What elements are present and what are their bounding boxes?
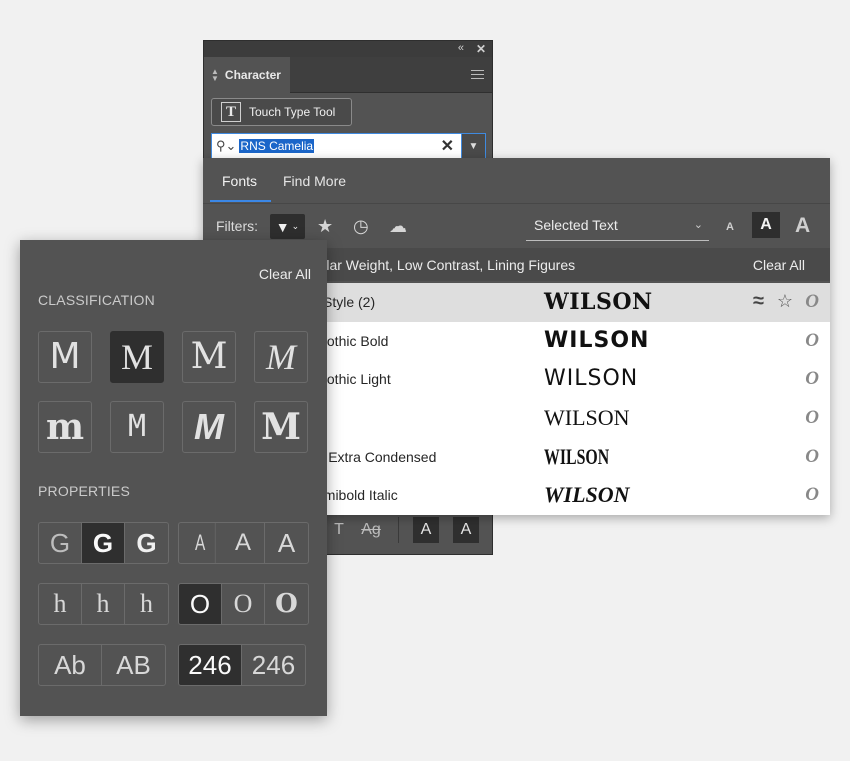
font-menu-tabs: Fonts Find More [203,158,830,204]
touch-type-tool-button[interactable]: T Touch Type Tool [211,98,352,126]
glyph-button-1[interactable]: T [334,517,344,543]
case-standard[interactable]: Ab [39,645,102,685]
classification-slab-serif[interactable]: M [182,331,236,383]
xheight-filter-group: h h h [38,583,169,625]
glyph-button-2[interactable]: Ag [358,517,384,543]
contrast-filter-group: O O O [178,583,309,625]
tab-character-label: Character [224,68,281,82]
xheight-low[interactable]: h [39,584,82,624]
activated-fonts-filter-icon[interactable]: ☁ [389,217,407,235]
touch-type-icon: T [221,102,241,122]
close-icon[interactable]: ✕ [476,42,486,56]
font-sample: WILSON [544,482,630,508]
font-name: emibold Italic [316,487,398,504]
font-sample: WILSON [544,327,650,353]
panel-titlebar: « ✕ [204,41,492,57]
font-name: T Extra Condensed [316,448,437,465]
favorites-filter-icon[interactable]: ★ [317,217,333,235]
weight-regular[interactable]: G [82,523,125,563]
case-filter-group: Ab AB [38,644,166,686]
clear-all-filters-link[interactable]: Clear All [753,257,805,273]
opentype-icon: O [805,407,819,429]
opentype-icon: O [805,368,819,390]
classification-blackletter[interactable]: m [38,401,92,453]
tab-fonts[interactable]: Fonts [222,173,257,189]
figures-lining[interactable]: 246 [179,645,242,685]
favorite-star-icon[interactable]: ☆ [777,291,793,312]
classification-grid: M M M M m M M M [38,331,308,453]
divider [398,517,399,543]
font-sample: WILSON [544,289,653,315]
classification-title: CLASSIFICATION [38,292,155,308]
font-sample: WILSON [544,366,639,392]
opentype-icon: O [805,445,819,467]
filters-label: Filters: [216,218,258,234]
width-condensed[interactable]: A [185,523,216,563]
chevron-down-icon: ⌄ [291,221,300,231]
width-filter-group: A A A [178,522,309,564]
classification-handwritten[interactable]: M [182,401,236,453]
active-tab-indicator [210,200,271,202]
weight-filter-group: G G G [38,522,169,564]
opentype-icon: O [805,291,819,312]
similar-fonts-icon[interactable]: ≈ [753,290,764,313]
recent-filter-icon[interactable]: ◷ [353,217,369,235]
classification-script[interactable]: M [254,331,308,383]
font-search-input[interactable]: ⚲⌄ RNS Camelia ✕ [211,133,462,159]
glyph-button-4[interactable]: A [453,517,479,543]
xheight-medium[interactable]: h [82,584,125,624]
filter-classification-button[interactable]: ▼ ⌄ [270,214,305,239]
preview-size-small[interactable]: A [726,221,734,233]
applied-filters-text: egular Weight, Low Contrast, Lining Figu… [303,257,576,273]
weight-bold[interactable]: G [125,523,168,563]
panel-options-toggle-icon[interactable]: ▲ ▼ [211,68,219,83]
chevron-down-icon: ⌄ [693,219,703,231]
filter-toolbar: Filters: ▼ ⌄ ★ ◷ ☁ Selected Text ⌄ A A A [203,210,830,242]
xheight-high[interactable]: h [125,584,168,624]
classification-decorative[interactable]: M [254,401,308,453]
font-dropdown-button[interactable]: ▼ [462,133,486,159]
properties-title: PROPERTIES [38,483,130,499]
preview-size-medium[interactable]: A [752,212,780,238]
weight-light[interactable]: G [39,523,82,563]
classification-serif[interactable]: M [110,331,164,383]
contrast-medium[interactable]: O [222,584,265,624]
search-icon[interactable]: ⚲⌄ [212,138,239,154]
figures-filter-group: 246 246 [178,644,306,686]
collapse-icon[interactable]: « [458,42,464,54]
preview-text-value: Selected Text [534,217,618,233]
case-all-caps[interactable]: AB [102,645,165,685]
font-name: Gothic Light [316,371,391,388]
font-search-value: RNS Camelia [239,139,315,153]
width-extended[interactable]: A [265,523,308,563]
classification-sans-serif[interactable]: M [38,331,92,383]
glyph-button-3[interactable]: A [413,517,439,543]
touch-type-label: Touch Type Tool [249,105,336,119]
contrast-low[interactable]: O [179,584,222,624]
font-filter-panel: Clear All CLASSIFICATION M M M M m M M M… [20,240,327,716]
clear-all-button[interactable]: Clear All [259,266,311,282]
preview-size-large[interactable]: A [795,214,810,238]
contrast-high[interactable]: O [265,584,308,624]
chevron-down-icon: ▼ [468,140,479,152]
clear-search-icon[interactable]: ✕ [441,136,454,156]
tab-find-more[interactable]: Find More [283,173,346,189]
font-sample: WILSON [544,443,610,469]
width-normal[interactable]: A [222,523,265,563]
panel-tabbar: ▲ ▼ Character [204,57,492,93]
preview-text-select[interactable]: Selected Text ⌄ [526,217,709,241]
funnel-icon: ▼ [275,218,290,235]
opentype-icon: O [805,484,819,506]
figures-oldstyle[interactable]: 246 [242,645,305,685]
font-sample: WILSON [544,405,630,431]
tab-character[interactable]: ▲ ▼ Character [204,57,290,93]
classification-monospaced[interactable]: M [110,401,164,453]
opentype-icon: O [805,329,819,351]
panel-menu-icon[interactable] [471,70,484,79]
